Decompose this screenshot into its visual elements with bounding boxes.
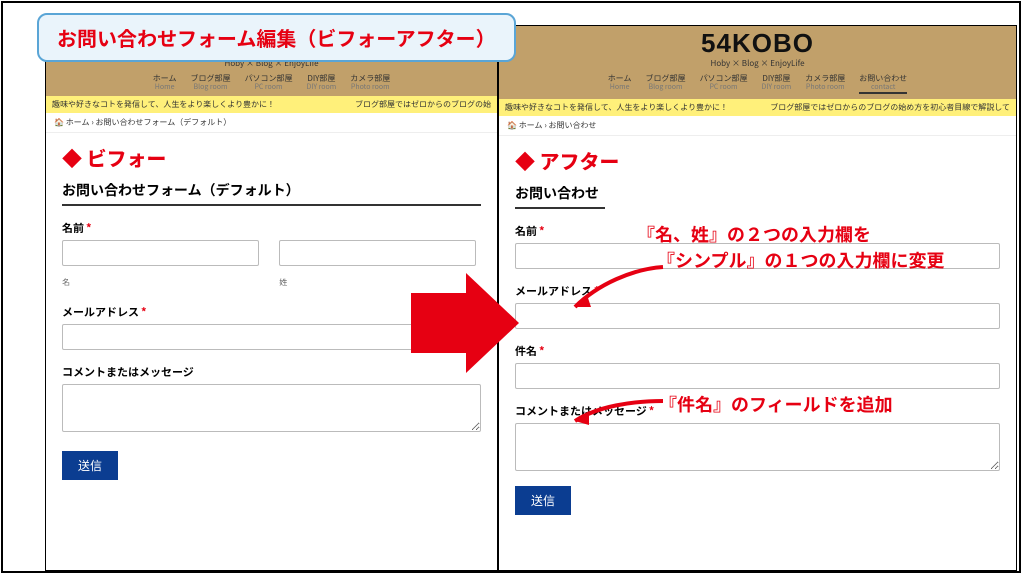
ticker-bar: 趣味や好きなコトを発信して、人生をより楽しくより豊かに！ ブログ部屋ではゼロから… (46, 96, 497, 113)
comparison-frame: お問い合わせフォーム編集（ビフォーアフター） 54KOBO Hoby × Blo… (1, 1, 1021, 573)
site-header: 54KOBO Hoby × Blog × EnjoyLife ホームHome ブ… (499, 26, 1016, 99)
crumb-home[interactable]: ホーム (66, 117, 90, 128)
nav-diy[interactable]: DIY部屋DIY room (307, 75, 337, 91)
nav-bar: ホームHome ブログ部屋Blog room パソコン部屋PC room DIY… (499, 75, 1016, 97)
nav-diy[interactable]: DIY部屋DIY room (762, 75, 792, 94)
breadcrumb: 🏠 ホーム › お問い合わせフォーム（デフォルト） (46, 113, 497, 133)
comment-textarea[interactable] (62, 384, 481, 432)
annotation-line1: 『名、姓』の２つの入力欄を (637, 221, 871, 247)
name-fields-row (62, 236, 481, 266)
nav-camera[interactable]: カメラ部屋Photo room (350, 75, 390, 91)
ticker-right: ブログ部屋ではゼロからのブログの始 (355, 99, 491, 110)
home-icon: 🏠 (54, 117, 64, 128)
big-arrow-icon (411, 273, 521, 373)
form-title-before: お問い合わせフォーム（デフォルト） (62, 180, 481, 206)
nav-blog[interactable]: ブログ部屋Blog room (646, 75, 686, 94)
annotation-line3: 『件名』のフィールドを追加 (659, 391, 893, 417)
nav-contact[interactable]: お問い合わせcontact (859, 75, 907, 94)
nav-pc[interactable]: パソコン部屋PC room (700, 75, 748, 94)
submit-button[interactable]: 送信 (62, 451, 118, 480)
nav-pc[interactable]: パソコン部屋PC room (245, 75, 293, 91)
crumb-current: お問い合わせ (549, 120, 597, 131)
tagline: Hoby × Blog × EnjoyLife (499, 58, 1016, 69)
label-subject: 件名* (515, 343, 1000, 359)
nav-home[interactable]: ホームHome (153, 75, 177, 91)
crumb-home[interactable]: ホーム (519, 120, 543, 131)
ticker-left: 趣味や好きなコトを発信して、人生をより楽しくより豊かに！ (505, 102, 770, 113)
sublabel-first: 名 (62, 277, 259, 288)
submit-button[interactable]: 送信 (515, 486, 571, 515)
form-title-after: お問い合わせ (515, 183, 605, 209)
label-name: 名前* (62, 220, 481, 236)
crumb-current: お問い合わせフォーム（デフォルト） (96, 117, 232, 128)
page-title-pill: お問い合わせフォーム編集（ビフォーアフター） (37, 13, 516, 62)
after-label: ◆ アフター (515, 146, 1000, 175)
ticker-right: ブログ部屋ではゼロからのブログの始め方を初心者目線で解説して (770, 102, 1010, 113)
ticker-bar: 趣味や好きなコトを発信して、人生をより楽しくより豊かに！ ブログ部屋ではゼロから… (499, 99, 1016, 116)
nav-blog[interactable]: ブログ部屋Blog room (191, 75, 231, 91)
nav-home[interactable]: ホームHome (608, 75, 632, 94)
home-icon: 🏠 (507, 120, 517, 131)
last-name-input[interactable] (279, 240, 476, 266)
breadcrumb: 🏠 ホーム › お問い合わせ (499, 116, 1016, 136)
nav-bar: ホームHome ブログ部屋Blog room パソコン部屋PC room DIY… (46, 75, 497, 94)
before-label: ◆ ビフォー (62, 143, 481, 172)
brand-logo: 54KOBO (499, 30, 1016, 56)
annotation-line2: 『シンプル』の１つの入力欄に変更 (657, 247, 944, 273)
first-name-input[interactable] (62, 240, 259, 266)
after-content: ◆ アフター お問い合わせ 名前* メールアドレス* 件名* コメントまたはメッ… (499, 136, 1016, 525)
ticker-left: 趣味や好きなコトを発信して、人生をより楽しくより豊かに！ (52, 99, 355, 110)
subject-input[interactable] (515, 363, 1000, 389)
nav-camera[interactable]: カメラ部屋Photo room (805, 75, 845, 94)
annotation-arrow-2-icon (563, 391, 673, 433)
